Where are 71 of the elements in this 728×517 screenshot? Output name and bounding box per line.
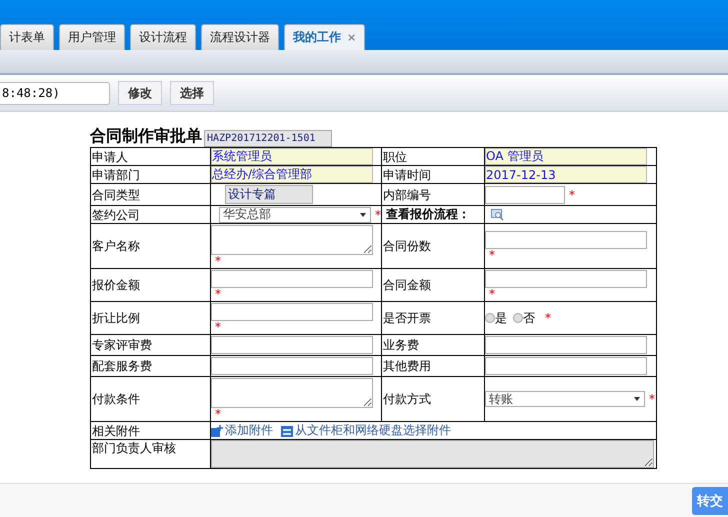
- field-label: 相关附件: [90, 422, 210, 440]
- input-field[interactable]: [485, 186, 565, 204]
- tab[interactable]: 计表单: [0, 24, 54, 50]
- input-field[interactable]: [211, 270, 373, 288]
- text-area[interactable]: [211, 378, 373, 408]
- field-label: 申请人: [90, 148, 210, 166]
- field-label: 部门负责人审核: [90, 440, 210, 468]
- field-label: 申请时间: [382, 166, 484, 184]
- required-mark: *: [215, 287, 221, 301]
- field-label: 报价金额: [90, 268, 210, 302]
- radio-icon[interactable]: [485, 313, 495, 323]
- readonly-field[interactable]: 系统管理员: [211, 148, 373, 165]
- serial-number: HAZP201712201-1501: [204, 130, 332, 147]
- input-field[interactable]: [211, 336, 373, 354]
- text-area[interactable]: [211, 225, 373, 255]
- input-field[interactable]: 8:48:28): [0, 82, 110, 104]
- input-field[interactable]: [485, 357, 647, 375]
- radio-option[interactable]: 否: [513, 310, 535, 326]
- input-field[interactable]: [485, 270, 647, 288]
- field-label: 申请部门: [90, 166, 210, 184]
- field-label: 职位: [382, 148, 484, 166]
- input-field[interactable]: [211, 357, 373, 375]
- cabinet-icon: [281, 424, 293, 436]
- required-mark: *: [649, 392, 655, 406]
- readonly-field[interactable]: OA 管理员: [485, 148, 647, 165]
- radio-icon[interactable]: [513, 313, 523, 323]
- dropdown[interactable]: 转账: [485, 391, 645, 407]
- search-icon[interactable]: [491, 208, 505, 220]
- input-field[interactable]: [485, 336, 647, 354]
- toolbar-button[interactable]: 修改: [118, 81, 162, 105]
- required-mark: *: [215, 320, 221, 334]
- required-mark: *: [569, 188, 575, 202]
- tab[interactable]: 我的工作 ×: [284, 24, 366, 50]
- readonly-field[interactable]: 总经办/综合管理部: [211, 166, 373, 183]
- required-mark: *: [215, 407, 221, 421]
- form-title: 合同制作审批单: [90, 126, 202, 147]
- required-mark: *: [375, 208, 381, 222]
- caret-icon: [360, 212, 366, 216]
- required-mark: *: [489, 248, 495, 262]
- tab[interactable]: 设计流程: [130, 24, 196, 50]
- field-label: 专家评审费: [90, 334, 210, 356]
- field-label: 折让比例: [90, 302, 210, 334]
- input-field[interactable]: [485, 231, 647, 249]
- tab[interactable]: 流程设计器: [201, 24, 279, 50]
- section-label: 查看报价流程：: [386, 206, 470, 223]
- attachment-link[interactable]: 从文件柜和网络硬盘选择附件: [281, 422, 451, 439]
- readonly-field[interactable]: 2017-12-13: [485, 166, 647, 183]
- field-label: 配套服务费: [90, 356, 210, 376]
- readonly-field: 设计专篇: [225, 185, 313, 204]
- add-file-icon: [211, 424, 223, 436]
- required-mark: *: [545, 311, 551, 325]
- field-label: 付款条件: [90, 376, 210, 422]
- field-label: 其他费用: [382, 356, 484, 376]
- required-mark: *: [489, 287, 495, 301]
- field-label: 是否开票: [382, 302, 484, 334]
- input-field[interactable]: [211, 303, 373, 321]
- attachment-link[interactable]: 添加附件: [211, 422, 273, 439]
- toolbar-button[interactable]: 选择: [170, 81, 214, 105]
- field-label: 合同份数: [382, 224, 484, 268]
- field-label: 合同类型: [90, 184, 210, 206]
- field-label: 内部编号: [382, 184, 484, 206]
- radio-option[interactable]: 是: [485, 310, 507, 326]
- field-label: 客户名称: [90, 224, 210, 268]
- field-label: 付款方式: [382, 376, 484, 422]
- tab[interactable]: 用户管理: [59, 24, 125, 50]
- field-label: 签约公司: [90, 206, 210, 224]
- field-label: 业务费: [382, 334, 484, 356]
- required-mark: *: [215, 254, 221, 268]
- field-label: 合同金额: [382, 268, 484, 302]
- caret-icon: [634, 397, 640, 401]
- dropdown[interactable]: 华安总部: [219, 206, 371, 222]
